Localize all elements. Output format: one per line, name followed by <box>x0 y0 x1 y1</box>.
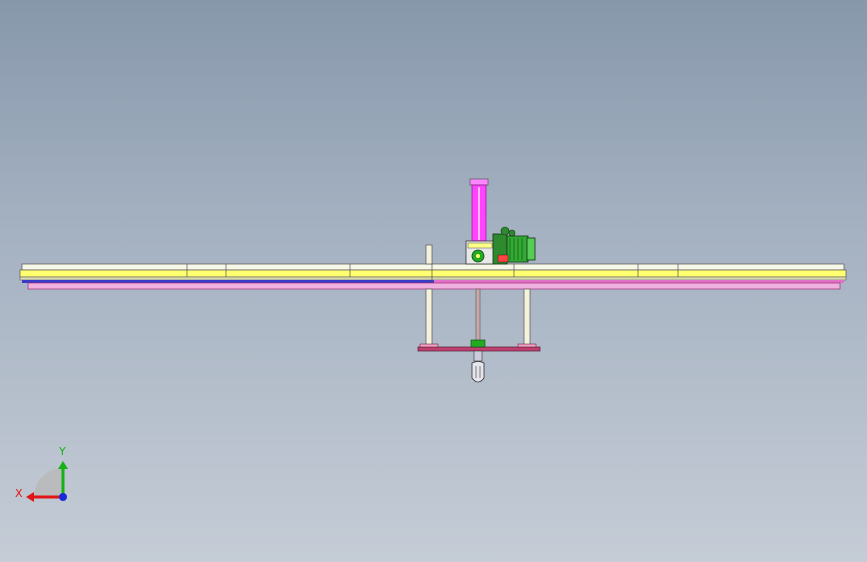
gripper-hook[interactable] <box>471 350 485 383</box>
trolley-carriage[interactable] <box>465 240 495 265</box>
rail-lower-flange <box>27 282 841 290</box>
y-axis-label: Y <box>58 445 66 458</box>
rail-pink-strip-right <box>434 280 844 283</box>
horizontal-rail[interactable] <box>19 263 847 290</box>
guide-post-left[interactable] <box>425 288 433 346</box>
rail-web <box>19 276 847 281</box>
rail-upper-flange <box>19 269 847 278</box>
graphics-viewport[interactable]: X Y <box>0 0 867 562</box>
triad-plane <box>34 468 63 497</box>
rail-top-cap <box>21 263 845 271</box>
guide-post-top[interactable] <box>425 244 433 265</box>
gripper-plate[interactable] <box>417 339 541 352</box>
coordinate-triad: X Y <box>15 445 68 502</box>
piston-rod[interactable] <box>475 288 481 342</box>
drive-motor[interactable] <box>492 226 536 265</box>
z-axis-dot <box>59 493 67 501</box>
x-axis-label: X <box>15 487 23 500</box>
guide-post-right[interactable] <box>523 288 531 346</box>
model-view[interactable]: X Y <box>0 0 867 562</box>
pneumatic-cylinder[interactable] <box>469 178 489 242</box>
y-arrowhead <box>58 461 68 469</box>
x-arrowhead <box>26 492 34 502</box>
rail-blue-strip <box>22 280 434 283</box>
